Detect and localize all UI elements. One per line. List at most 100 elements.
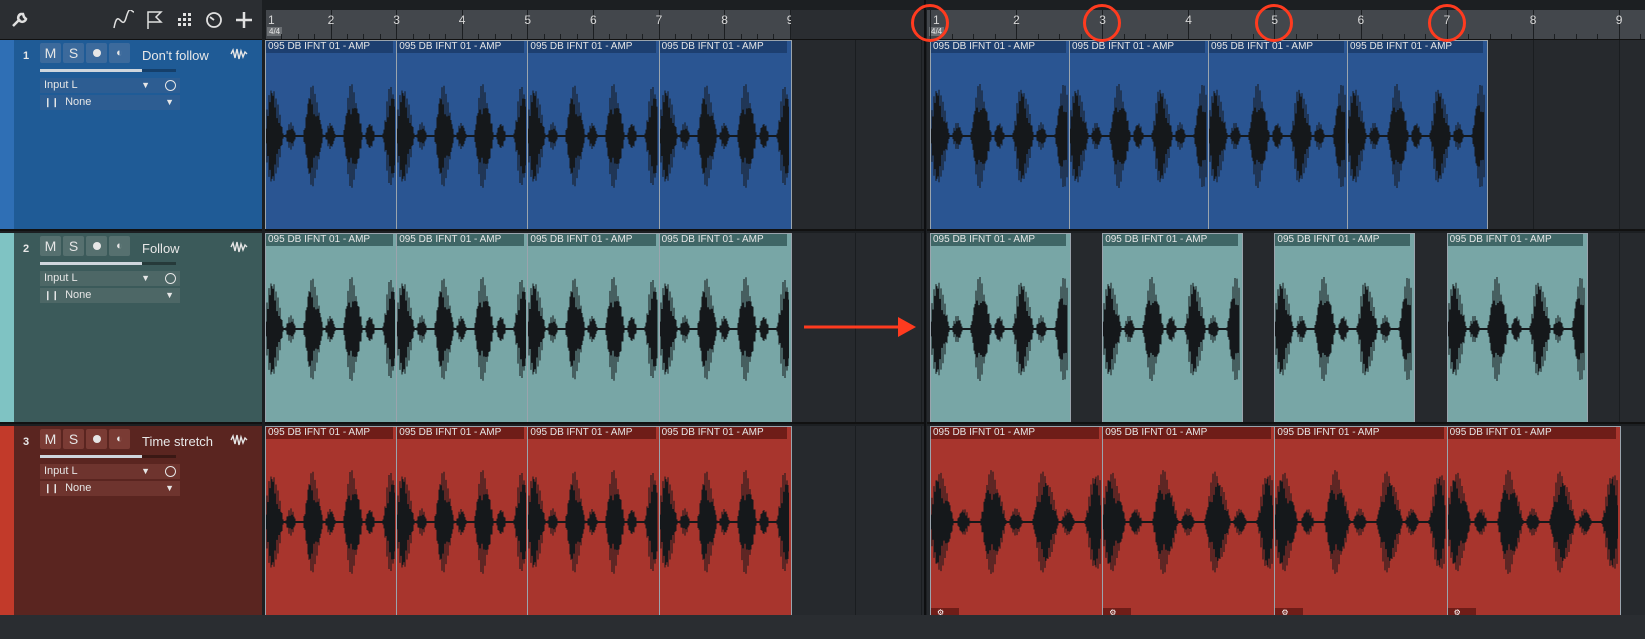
audio-clip[interactable]: 095 DB IFNT 01 - AMP ⚙	[930, 426, 1105, 615]
mute-button[interactable]: M	[40, 236, 61, 256]
ruler-subtick	[642, 34, 644, 39]
track-name[interactable]: Follow	[142, 241, 180, 256]
monitor-button[interactable]: ◐	[109, 236, 130, 256]
automation-curve-icon[interactable]	[112, 8, 136, 32]
audio-clip[interactable]: 095 DB IFNT 01 - AMP	[1347, 40, 1488, 229]
monitor-button[interactable]: ◐	[109, 429, 130, 449]
audio-clip[interactable]: 095 DB IFNT 01 - AMP	[930, 233, 1071, 422]
audio-clip[interactable]: 095 DB IFNT 01 - AMP	[265, 233, 399, 422]
audio-clip[interactable]: 095 DB IFNT 01 - AMP	[1069, 40, 1210, 229]
volume-slider[interactable]	[40, 455, 176, 458]
track-header-2[interactable]: 2 M S ◐ Follow Input L ▼ ❙❙ None ▼	[0, 233, 262, 424]
track-lane-right-3[interactable]: 095 DB IFNT 01 - AMP ⚙ 095 DB IFNT 01 - AM…	[927, 426, 1645, 617]
audio-clip[interactable]: 095 DB IFNT 01 - AMP ⚙	[1274, 426, 1449, 615]
waveform-icon[interactable]	[230, 47, 248, 65]
clip-name: 095 DB IFNT 01 - AMP	[931, 41, 1066, 53]
track-header-1[interactable]: 1 M S ◐ Don't follow Input L ▼ ❙❙ None ▼	[0, 40, 262, 231]
timeline-ruler-left[interactable]: 4/4 123456789	[265, 9, 840, 40]
clip-name: 095 DB IFNT 01 - AMP	[528, 41, 656, 53]
input-select[interactable]: Input L ▼	[40, 78, 180, 93]
audio-clip[interactable]: 095 DB IFNT 01 - AMP	[527, 426, 661, 615]
mute-button[interactable]: M	[40, 43, 61, 63]
mute-button[interactable]: M	[40, 429, 61, 449]
audio-clip[interactable]: 095 DB IFNT 01 - AMP	[1446, 233, 1588, 422]
audio-clip[interactable]: 095 DB IFNT 01 - AMP	[265, 40, 399, 229]
track-header-3[interactable]: 3 M S ◐ Time stretch Input L ▼ ❙❙ None ▼	[0, 426, 262, 617]
record-icon	[92, 242, 101, 250]
track-name[interactable]: Don't follow	[142, 48, 209, 63]
waveform-icon[interactable]	[230, 240, 248, 258]
ruler-subtick	[478, 34, 480, 39]
audio-clip[interactable]: 095 DB IFNT 01 - AMP	[658, 426, 792, 615]
audio-clip[interactable]: 095 DB IFNT 01 - AMP	[1274, 233, 1416, 422]
ruler-subtick	[973, 34, 975, 39]
solo-button[interactable]: S	[63, 236, 84, 256]
ruler-subtick	[625, 34, 627, 39]
ruler-subtick	[1209, 34, 1211, 39]
toolbar	[0, 0, 262, 40]
output-select[interactable]: ❙❙ None ▼	[40, 95, 180, 110]
audio-waveform	[1209, 84, 1346, 188]
audio-waveform	[1103, 470, 1274, 574]
grid-icon[interactable]	[172, 8, 196, 32]
monitor-ring-icon[interactable]	[165, 273, 176, 284]
ruler-subtick	[1468, 34, 1470, 39]
track-number: 3	[22, 436, 30, 448]
ruler-bar-label: 6	[1357, 13, 1365, 27]
marker-flag-icon[interactable]	[142, 8, 166, 32]
monitor-ring-icon[interactable]	[165, 80, 176, 91]
track-color-strip	[0, 40, 14, 229]
audio-waveform	[397, 84, 527, 188]
track-color-strip	[0, 233, 14, 422]
grid-line	[855, 40, 857, 229]
audio-clip[interactable]: 095 DB IFNT 01 - AMP	[658, 40, 792, 229]
audio-clip[interactable]: 095 DB IFNT 01 - AMP	[930, 40, 1071, 229]
wrench-icon[interactable]	[8, 8, 32, 32]
audio-clip[interactable]: 095 DB IFNT 01 - AMP	[396, 40, 530, 229]
track-lane-right-1[interactable]: 095 DB IFNT 01 - AMP 095 DB IFNT 01 - AMP…	[927, 40, 1645, 231]
track-name[interactable]: Time stretch	[142, 434, 213, 449]
clip-name: 095 DB IFNT 01 - AMP	[397, 234, 525, 246]
audio-clip[interactable]: 095 DB IFNT 01 - AMP ⚙	[1102, 426, 1277, 615]
add-track-icon[interactable]	[232, 8, 256, 32]
input-select[interactable]: Input L ▼	[40, 271, 180, 286]
track-lane-left-3[interactable]: 095 DB IFNT 01 - AMP 095 DB IFNT 01 - AMP…	[265, 426, 924, 617]
waveform-icon[interactable]	[230, 433, 248, 451]
ruler-subtick	[314, 34, 316, 39]
solo-button[interactable]: S	[63, 43, 84, 63]
audio-clip[interactable]: 095 DB IFNT 01 - AMP	[396, 426, 530, 615]
audio-clip[interactable]: 095 DB IFNT 01 - AMP	[265, 426, 399, 615]
audio-clip[interactable]: 095 DB IFNT 01 - AMP	[1102, 233, 1244, 422]
ruler-subtick	[560, 34, 562, 39]
audio-clip[interactable]: 095 DB IFNT 01 - AMP	[527, 40, 661, 229]
input-select[interactable]: Input L ▼	[40, 464, 180, 479]
audio-clip[interactable]: 095 DB IFNT 01 - AMP	[1208, 40, 1349, 229]
ruler-subtick	[511, 34, 512, 39]
clock-icon[interactable]	[202, 8, 226, 32]
audio-clip[interactable]: 095 DB IFNT 01 - AMP ⚙	[1446, 426, 1621, 615]
output-select[interactable]: ❙❙ None ▼	[40, 481, 180, 496]
track-lane-left-1[interactable]: 095 DB IFNT 01 - AMP 095 DB IFNT 01 - AMP…	[265, 40, 924, 231]
volume-slider[interactable]	[40, 262, 176, 265]
clip-name: 095 DB IFNT 01 - AMP	[659, 427, 787, 439]
audio-clip[interactable]: 095 DB IFNT 01 - AMP	[396, 233, 530, 422]
record-arm-button[interactable]	[86, 43, 107, 63]
output-select[interactable]: ❙❙ None ▼	[40, 288, 180, 303]
output-select-value: None	[65, 289, 92, 301]
ruler-subtick	[1575, 34, 1577, 39]
track-lane-right-2[interactable]: 095 DB IFNT 01 - AMP 095 DB IFNT 01 - AMP…	[927, 233, 1645, 424]
monitor-ring-icon[interactable]	[165, 466, 176, 477]
audio-clip[interactable]: 095 DB IFNT 01 - AMP	[658, 233, 792, 422]
track-number: 2	[22, 243, 30, 255]
monitor-button[interactable]: ◐	[109, 43, 130, 63]
chevron-down-icon: ▼	[165, 97, 174, 107]
instrument-icon: ❙❙	[44, 97, 60, 107]
record-arm-button[interactable]	[86, 429, 107, 449]
record-arm-button[interactable]	[86, 236, 107, 256]
volume-slider[interactable]	[40, 69, 176, 72]
audio-clip[interactable]: 095 DB IFNT 01 - AMP	[527, 233, 661, 422]
grid-line	[1618, 40, 1620, 229]
solo-button[interactable]: S	[63, 429, 84, 449]
ruler-bar-label: 2	[327, 13, 335, 27]
volume-level	[40, 262, 142, 265]
